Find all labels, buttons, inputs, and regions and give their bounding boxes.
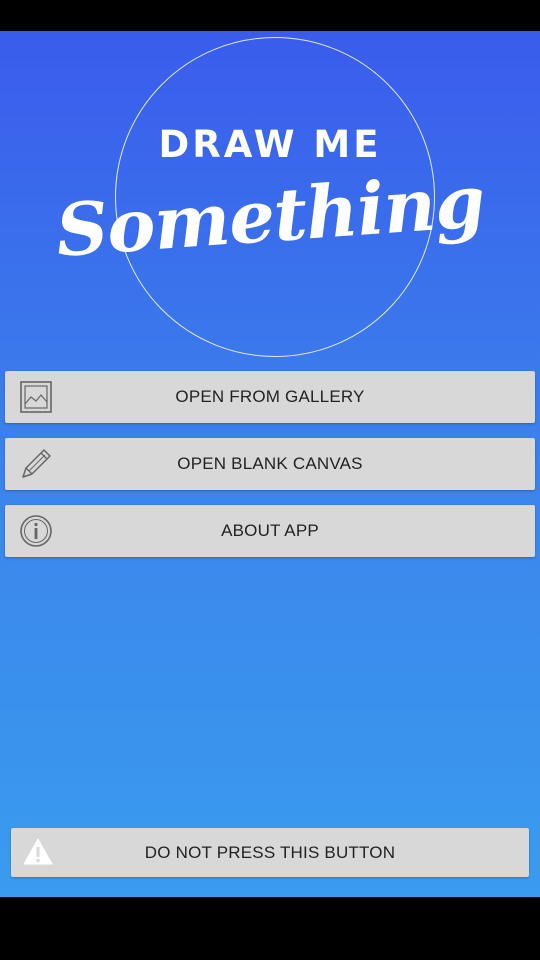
about-app-label: ABOUT APP: [221, 521, 319, 540]
do-not-press-button[interactable]: DO NOT PRESS THIS BUTTON: [11, 828, 529, 877]
info-icon: [20, 515, 52, 547]
about-app-button[interactable]: ABOUT APP: [5, 505, 535, 557]
open-blank-canvas-button[interactable]: OPEN BLANK CANVAS: [5, 438, 535, 490]
open-gallery-button[interactable]: OPEN FROM GALLERY: [5, 371, 535, 423]
warning-icon: [23, 838, 53, 865]
image-icon: [20, 381, 52, 413]
status-bar: [0, 0, 540, 31]
do-not-press-label: DO NOT PRESS THIS BUTTON: [144, 842, 396, 862]
open-gallery-label: OPEN FROM GALLERY: [175, 387, 365, 406]
navigation-bar: [0, 897, 540, 960]
home-screen: DRAW ME Something OPEN FROM GALLERY OPEN…: [0, 31, 540, 897]
pencil-icon: [22, 449, 51, 478]
open-blank-canvas-label: OPEN BLANK CANVAS: [177, 454, 363, 473]
